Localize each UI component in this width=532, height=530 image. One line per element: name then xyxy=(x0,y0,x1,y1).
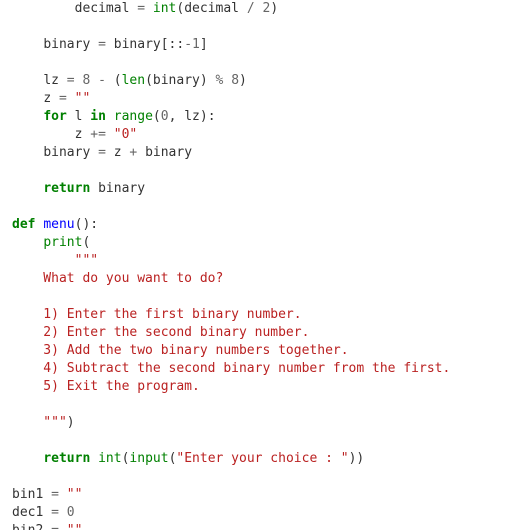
space xyxy=(106,109,114,124)
keyword-for: for xyxy=(43,109,66,124)
identifier: binary xyxy=(43,145,98,160)
paren-close: ) xyxy=(67,415,75,430)
identifier: z xyxy=(75,127,91,142)
identifier: z xyxy=(43,91,59,106)
docstring-line: 4) Subtract the second binary number fro… xyxy=(12,361,450,376)
identifier: decimal xyxy=(75,1,130,16)
builtin-int: int xyxy=(153,1,176,16)
expr: (binary) xyxy=(145,73,215,88)
paren-close: ) xyxy=(239,73,247,88)
builtin-range: range xyxy=(114,109,153,124)
keyword-return: return xyxy=(43,181,90,196)
expr: , lz): xyxy=(169,109,216,124)
identifier: binary xyxy=(137,145,192,160)
identifier: l xyxy=(67,109,90,124)
number-neg1: -1 xyxy=(184,37,200,52)
func-name-menu: menu xyxy=(43,217,74,232)
number: 8 xyxy=(231,73,239,88)
operator-plus-assign: += xyxy=(90,127,106,142)
space xyxy=(223,73,231,88)
keyword-return: return xyxy=(43,451,90,466)
docstring-close: """ xyxy=(12,415,67,430)
operator-assign: = xyxy=(129,1,152,16)
docstring-line: 2) Enter the second binary number. xyxy=(12,325,309,340)
paren-close: )) xyxy=(349,451,365,466)
operator-assign: = xyxy=(67,73,83,88)
operator-assign: = xyxy=(51,505,67,520)
identifier: lz xyxy=(43,73,66,88)
identifier: bin1 xyxy=(12,487,51,502)
paren-open: ( xyxy=(153,109,161,124)
string-empty: "" xyxy=(67,487,83,502)
docstring-line: What do you want to do? xyxy=(12,271,223,286)
signature: (): xyxy=(75,217,98,232)
paren-open: ( xyxy=(82,235,90,250)
builtin-print: print xyxy=(43,235,82,250)
code-block: decimal = int(decimal / 2) binary = bina… xyxy=(0,0,532,530)
identifier: binary xyxy=(43,37,98,52)
identifier: decimal xyxy=(184,1,247,16)
identifier: dec1 xyxy=(12,505,51,520)
number: 0 xyxy=(161,109,169,124)
space xyxy=(90,451,98,466)
operator-assign: = xyxy=(51,487,67,502)
operator-div: / xyxy=(247,1,255,16)
keyword-in: in xyxy=(90,109,106,124)
space xyxy=(106,127,114,142)
identifier: bin2 xyxy=(12,523,51,530)
builtin-int: int xyxy=(98,451,121,466)
operator-minus: - xyxy=(90,73,113,88)
operator-assign: = xyxy=(98,37,114,52)
paren-close: ) xyxy=(270,1,278,16)
keyword-def: def xyxy=(12,217,35,232)
string-empty: "" xyxy=(67,523,83,530)
operator-assign: = xyxy=(98,145,114,160)
builtin-input: input xyxy=(129,451,168,466)
docstring-line: 5) Exit the program. xyxy=(12,379,200,394)
builtin-len: len xyxy=(122,73,145,88)
docstring-open: """ xyxy=(75,253,98,268)
docstring-line: 1) Enter the first binary number. xyxy=(12,307,302,322)
operator-assign: = xyxy=(51,523,67,530)
bracket: ] xyxy=(200,37,208,52)
paren-open: ( xyxy=(114,73,122,88)
space xyxy=(255,1,263,16)
expr: binary[:: xyxy=(114,37,184,52)
string-prompt: "Enter your choice : " xyxy=(176,451,348,466)
string: "0" xyxy=(114,127,137,142)
docstring-line: 3) Add the two binary numbers together. xyxy=(12,343,349,358)
operator-assign: = xyxy=(59,91,75,106)
identifier: binary xyxy=(90,181,145,196)
string-empty: "" xyxy=(75,91,91,106)
identifier: z xyxy=(114,145,130,160)
number: 0 xyxy=(67,505,75,520)
